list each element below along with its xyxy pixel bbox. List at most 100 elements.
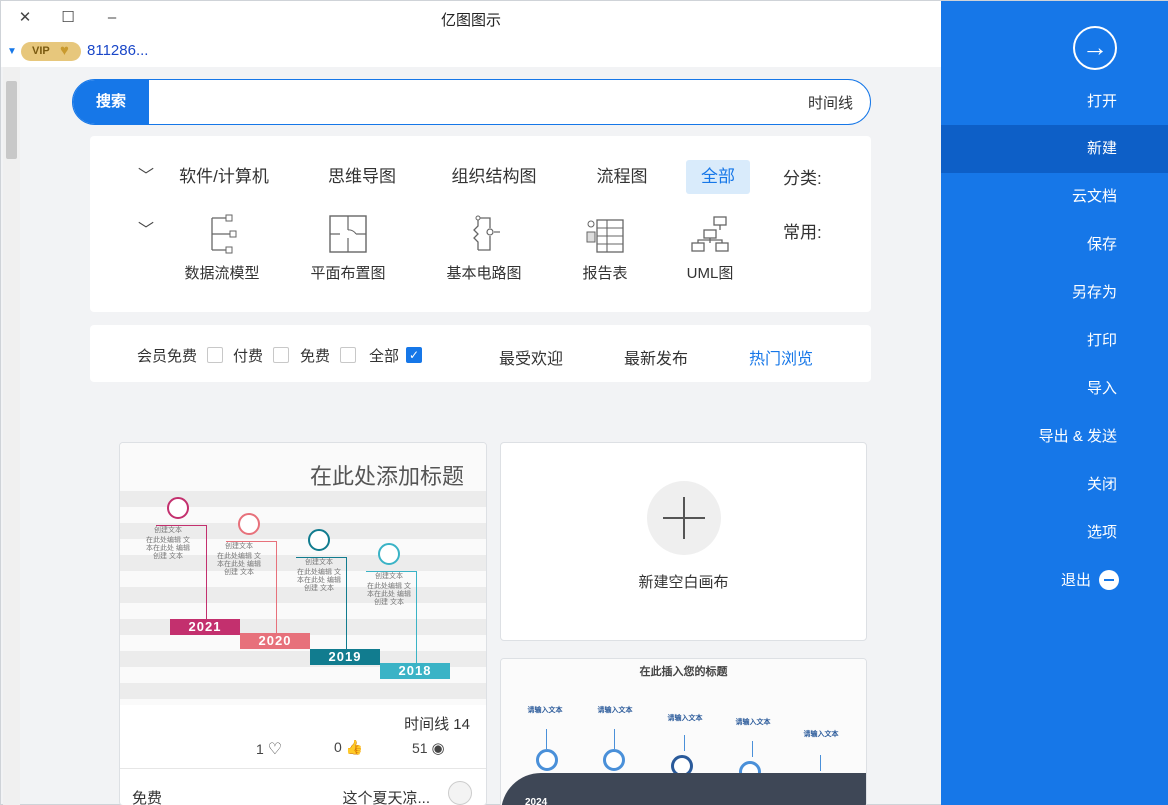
favorites-stat[interactable]: 1 ♡ (256, 739, 282, 759)
year-bar-2020: 2020 (240, 633, 310, 649)
menu-open[interactable]: 打开 (941, 78, 1168, 126)
filter-free-checkbox[interactable] (340, 347, 356, 363)
template-card[interactable]: 在此插入您的标题 请输入文本 请输入文本 请输入文本 请输入文本 请输入文本 2… (500, 658, 867, 805)
author-avatar[interactable] (448, 781, 472, 805)
floorplan-icon (329, 215, 367, 253)
title-bar: ✕ ☐ – 亿图图示 (1, 1, 941, 35)
timeline-node-title: 创建文本 (154, 527, 182, 534)
chevron-down-icon[interactable]: ﹀ (138, 162, 154, 186)
user-id[interactable]: 811286... (87, 42, 148, 59)
year-bar-2021: 2021 (170, 619, 240, 635)
menu-label: 新建 (1086, 140, 1117, 157)
menu-label: 保存 (1086, 236, 1117, 253)
timeline-node-title: 请输入文本 (667, 715, 703, 722)
thumbs-up-icon[interactable]: 👍 (346, 739, 363, 755)
filter-all-checkbox[interactable]: ✓ (406, 347, 422, 363)
menu-save[interactable]: 保存 (941, 221, 1168, 269)
back-arrow-icon[interactable]: → (1073, 26, 1117, 70)
timeline-node-icon (167, 497, 189, 519)
chevron-down-icon[interactable]: ﹀ (138, 216, 154, 240)
menu-label: 导出 & 发送 (1038, 428, 1117, 445)
category-org-chart[interactable]: 组织结构图 (450, 160, 538, 194)
menu-label: 云文档 (1071, 188, 1117, 205)
common-report[interactable]: 报告表 (555, 214, 655, 286)
menu-save-as[interactable]: 另存为 (941, 269, 1168, 317)
new-blank-canvas-card[interactable]: 新建空白画布 (500, 442, 867, 641)
common-label-floorplan: 平面布置图 (310, 265, 386, 282)
common-floorplan[interactable]: 平面布置图 (298, 214, 398, 286)
year-bar-2019: 2019 (310, 649, 380, 665)
common-circuit[interactable]: 基本电路图 (434, 214, 534, 286)
sort-hot[interactable]: 热门浏览 (749, 345, 813, 369)
category-flowchart[interactable]: 流程图 (594, 160, 650, 194)
menu-cloud-docs[interactable]: 云文档 (941, 173, 1168, 221)
report-icon (586, 219, 624, 253)
user-bar: ▼ VIP ♥ 811286... (1, 35, 941, 67)
favorites-count: 1 (256, 741, 264, 757)
search-box: 搜索 (72, 79, 871, 125)
divider (120, 768, 486, 769)
timeline-node-icon (238, 513, 260, 535)
timeline-node-title: 创建文本 (225, 543, 253, 550)
menu-label: 退出 (1061, 572, 1092, 589)
exit-icon (1099, 570, 1119, 590)
heart-icon[interactable]: ♡ (268, 741, 282, 758)
sort-panel: 热门浏览 最新发布 最受欢迎 ✓ 全部 免费 付费 会员免费 (90, 325, 871, 382)
template-card[interactable]: 在此处添加标题 创建文本 在此处编辑 文本在此处 编辑创建 文本 2021 创建… (119, 442, 487, 805)
timeline-node-text: 在此处编辑 文本在此处 编辑创建 文本 (146, 537, 190, 560)
scrollbar-thumb[interactable] (6, 81, 17, 159)
menu-label: 关闭 (1086, 476, 1117, 493)
filter-paid-label: 付费 (233, 348, 264, 365)
menu-label: 选项 (1086, 524, 1117, 541)
menu-label: 打印 (1086, 332, 1117, 349)
template-name[interactable]: 时间线 14 (404, 713, 470, 734)
price-label: 免费 (132, 790, 163, 805)
menu-close[interactable]: 关闭 (941, 461, 1168, 509)
filter-paid-checkbox[interactable] (273, 347, 289, 363)
sort-popular[interactable]: 最受欢迎 (499, 345, 563, 369)
menu-export-send[interactable]: 导出 & 发送 (941, 413, 1168, 461)
scrollbar[interactable] (3, 67, 20, 805)
menu-exit[interactable]: 退出 (941, 557, 1168, 605)
menu-label: 导入 (1086, 380, 1117, 397)
author-name[interactable]: 这个夏天凉... (342, 787, 430, 805)
search-button[interactable]: 搜索 (73, 80, 149, 124)
new-blank-canvas-label: 新建空白画布 (638, 574, 729, 591)
vip-badge[interactable]: VIP ♥ (21, 42, 81, 61)
plus-icon[interactable] (647, 481, 721, 555)
filter-vip-free-label: 会员免费 (137, 348, 198, 365)
category-mind-map[interactable]: 思维导图 (326, 160, 398, 194)
menu-new[interactable]: 新建 (941, 125, 1168, 173)
vip-label: VIP (32, 45, 50, 57)
timeline-node-text: 在此处编辑 文本在此处 编辑创建 文本 (297, 569, 341, 592)
timeline-pin-icon (603, 749, 625, 771)
menu-print[interactable]: 打印 (941, 317, 1168, 365)
template-thumbnail[interactable]: 在此处添加标题 创建文本 在此处编辑 文本在此处 编辑创建 文本 2021 创建… (120, 443, 486, 705)
circuit-icon (473, 215, 500, 251)
filter-panel: 分类: 全部 流程图 组织结构图 思维导图 软件/计算机 ﹀ 常用: ﹀ UML… (90, 136, 871, 312)
timeline-node-title: 请输入文本 (597, 707, 633, 714)
views-stat: 51 ◉ (412, 739, 445, 757)
common-dataflow[interactable]: 数据流模型 (172, 214, 272, 286)
menu-import[interactable]: 导入 (941, 365, 1168, 413)
common-uml[interactable]: UML图 (660, 214, 760, 286)
window-title: 亿图图示 (440, 12, 501, 29)
common-label-uml: UML图 (686, 265, 734, 282)
uml-icon (691, 216, 729, 252)
likes-stat[interactable]: 0 👍 (334, 739, 363, 756)
likes-count: 0 (334, 739, 342, 755)
menu-options[interactable]: 选项 (941, 509, 1168, 557)
vip-heart-icon: ♥ (60, 42, 69, 59)
thumbnail-title: 在此处添加标题 (309, 464, 464, 489)
filter-vip-free-checkbox[interactable] (207, 347, 223, 363)
category-label: 分类: (783, 169, 822, 188)
account-dropdown-icon[interactable]: ▼ (7, 46, 17, 57)
common-label-circuit: 基本电路图 (446, 265, 522, 282)
template-thumbnail[interactable]: 在此插入您的标题 请输入文本 请输入文本 请输入文本 请输入文本 请输入文本 2… (501, 659, 866, 805)
timeline-node-text: 在此处编辑 文本在此处 编辑创建 文本 (217, 553, 261, 576)
category-software[interactable]: 软件/计算机 (174, 160, 274, 194)
menu-label: 另存为 (1071, 284, 1117, 301)
sort-latest[interactable]: 最新发布 (624, 345, 688, 369)
category-all[interactable]: 全部 (686, 160, 750, 194)
search-input[interactable] (163, 90, 853, 114)
